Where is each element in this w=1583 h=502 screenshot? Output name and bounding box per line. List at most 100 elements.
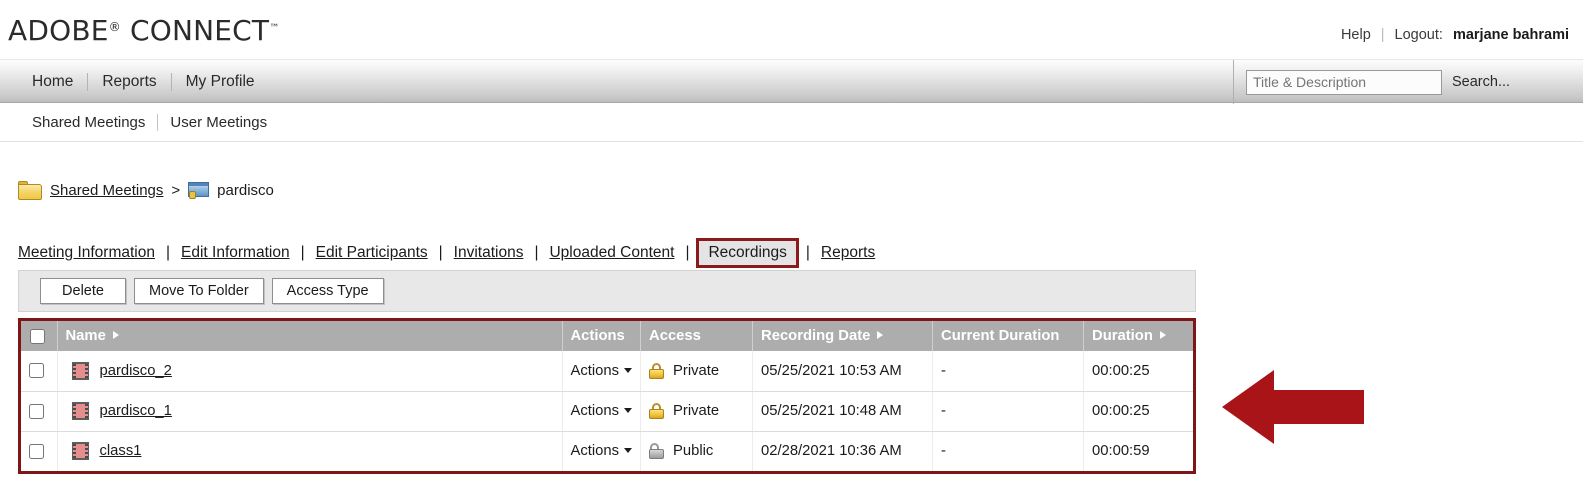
row-access-cell: Private — [640, 351, 754, 392]
left-pointing-arrow-annotation — [1222, 370, 1364, 444]
row-select-cell[interactable] — [21, 351, 58, 392]
recordings-action-toolbar: Delete Move To Folder Access Type — [18, 270, 1196, 312]
recording-name-link[interactable]: class1 — [100, 443, 142, 459]
sort-arrow-icon-recording-date[interactable] — [877, 331, 884, 339]
row-duration-cell: 00:00:59 — [1083, 431, 1193, 471]
page-root: ADOBE® CONNECT™ Help | Logout: marjane b… — [0, 0, 1583, 502]
row-current-duration-cell: - — [932, 351, 1085, 392]
header-actions: Actions — [562, 321, 642, 351]
tab-uploaded-content[interactable]: Uploaded Content — [545, 242, 678, 264]
lock-open-icon — [649, 443, 665, 460]
adobe-connect-logo: ADOBE® CONNECT™ — [8, 14, 279, 47]
table-row[interactable]: pardisco_2 Actions Private 05/25/2021 10… — [21, 351, 1193, 392]
row-current-duration-cell: - — [932, 431, 1085, 471]
tab-edit-information[interactable]: Edit Information — [177, 242, 294, 264]
user-account-area: Help | Logout: marjane bahrami — [1341, 27, 1569, 43]
header-name[interactable]: Name — [57, 321, 563, 351]
header-name-label: Name — [65, 328, 106, 344]
search-input[interactable] — [1246, 69, 1442, 95]
actions-menu-label: Actions — [570, 443, 620, 460]
help-link[interactable]: Help — [1341, 27, 1371, 43]
actions-menu-label: Actions — [570, 362, 620, 379]
row-select-cell[interactable] — [21, 431, 58, 471]
recording-name-link[interactable]: pardisco_1 — [100, 403, 172, 419]
logout-link[interactable]: Logout: — [1395, 27, 1443, 43]
access-label: Private — [673, 362, 720, 379]
row-actions-cell[interactable]: Actions — [562, 391, 642, 432]
row-current-duration-cell: - — [932, 391, 1085, 432]
recording-name-link[interactable]: pardisco_2 — [100, 363, 172, 379]
header-recording-date[interactable]: Recording Date — [752, 321, 934, 351]
row-select-cell[interactable] — [21, 391, 58, 432]
brand-header: ADOBE® CONNECT™ Help | Logout: marjane b… — [0, 0, 1583, 58]
row-actions-cell[interactable]: Actions — [562, 431, 642, 471]
table-row[interactable]: pardisco_1 Actions Private 05/25/2021 10… — [21, 391, 1193, 432]
header-duration-label: Duration — [1092, 328, 1153, 344]
row-checkbox[interactable] — [29, 403, 44, 419]
header-current-duration: Current Duration — [932, 321, 1085, 351]
tab-invitations[interactable]: Invitations — [450, 242, 528, 264]
tab-edit-participants[interactable]: Edit Participants — [312, 242, 432, 264]
recordings-table-body: pardisco_2 Actions Private 05/25/2021 10… — [21, 351, 1193, 471]
header-duration[interactable]: Duration — [1083, 321, 1193, 351]
search-area: Search... — [1233, 60, 1583, 104]
chevron-down-icon[interactable] — [624, 408, 633, 413]
header-recording-date-label: Recording Date — [761, 328, 871, 344]
access-type-button[interactable]: Access Type — [271, 278, 384, 304]
row-actions-cell[interactable]: Actions — [562, 351, 642, 392]
header-select-all[interactable] — [21, 321, 58, 351]
recording-film-icon — [71, 361, 89, 380]
table-row[interactable]: class1 Actions Public 02/28/2021 10:36 A… — [21, 431, 1193, 471]
sort-arrow-icon-name[interactable] — [112, 331, 119, 339]
breadcrumb: Shared Meetings > pardisco — [18, 181, 274, 200]
logo-trademark-mark: ™ — [269, 23, 280, 34]
search-button[interactable]: Search... — [1452, 74, 1510, 90]
header-access: Access — [640, 321, 754, 351]
logo-connect-text: CONNECT — [129, 14, 270, 47]
nav-item-my-profile[interactable]: My Profile — [172, 60, 269, 104]
access-label: Public — [673, 443, 714, 460]
tab-meeting-information[interactable]: Meeting Information — [14, 242, 159, 264]
recordings-table: Name Actions Access Recording Date Curre… — [21, 321, 1193, 471]
subnav-item-user-meetings[interactable]: User Meetings — [158, 114, 279, 131]
access-label: Private — [673, 403, 720, 419]
delete-button[interactable]: Delete — [40, 278, 126, 304]
recordings-table-container: Name Actions Access Recording Date Curre… — [18, 318, 1196, 474]
meeting-room-icon — [188, 181, 210, 200]
lock-closed-icon — [649, 362, 665, 379]
sort-arrow-icon-duration[interactable] — [1159, 331, 1166, 339]
row-recording-date-cell: 02/28/2021 10:36 AM — [752, 431, 934, 471]
sub-navigation-bar: Shared Meetings User Meetings — [0, 104, 1583, 142]
recording-film-icon — [71, 442, 89, 461]
chevron-down-icon[interactable] — [624, 367, 633, 373]
subnav-item-shared-meetings[interactable]: Shared Meetings — [20, 114, 157, 131]
tab-recordings[interactable]: Recordings — [696, 238, 799, 268]
logged-in-user-name: marjane bahrami — [1452, 27, 1569, 43]
select-all-checkbox[interactable] — [30, 328, 45, 344]
recordings-table-header: Name Actions Access Recording Date Curre… — [21, 321, 1193, 351]
nav-item-home[interactable]: Home — [18, 60, 87, 104]
logo-adobe-text: ADOBE — [8, 14, 109, 47]
tab-separator-1: | — [166, 244, 171, 261]
chevron-down-icon[interactable] — [624, 448, 633, 454]
tab-separator-6: | — [805, 244, 810, 261]
header-actions-label: Actions — [570, 328, 625, 344]
move-to-folder-button[interactable]: Move To Folder — [134, 278, 264, 304]
row-access-cell: Public — [640, 431, 754, 471]
row-checkbox[interactable] — [29, 443, 44, 459]
breadcrumb-separator: > — [171, 182, 181, 199]
breadcrumb-link-shared-meetings[interactable]: Shared Meetings — [50, 182, 163, 199]
row-duration-cell: 00:00:25 — [1083, 351, 1193, 392]
tab-separator-5: | — [685, 244, 690, 261]
row-access-cell: Private — [640, 391, 754, 432]
nav-item-reports[interactable]: Reports — [88, 60, 170, 104]
row-recording-date-cell: 05/25/2021 10:48 AM — [752, 391, 934, 432]
header-divider: | — [1380, 27, 1385, 43]
main-navigation-bar: Home Reports My Profile Search... — [0, 59, 1583, 104]
header-current-duration-label: Current Duration — [941, 328, 1060, 344]
row-duration-cell: 00:00:25 — [1083, 391, 1193, 432]
tab-reports[interactable]: Reports — [817, 242, 879, 264]
tab-separator-2: | — [300, 244, 305, 261]
tab-separator-4: | — [534, 244, 539, 261]
row-checkbox[interactable] — [29, 363, 44, 379]
